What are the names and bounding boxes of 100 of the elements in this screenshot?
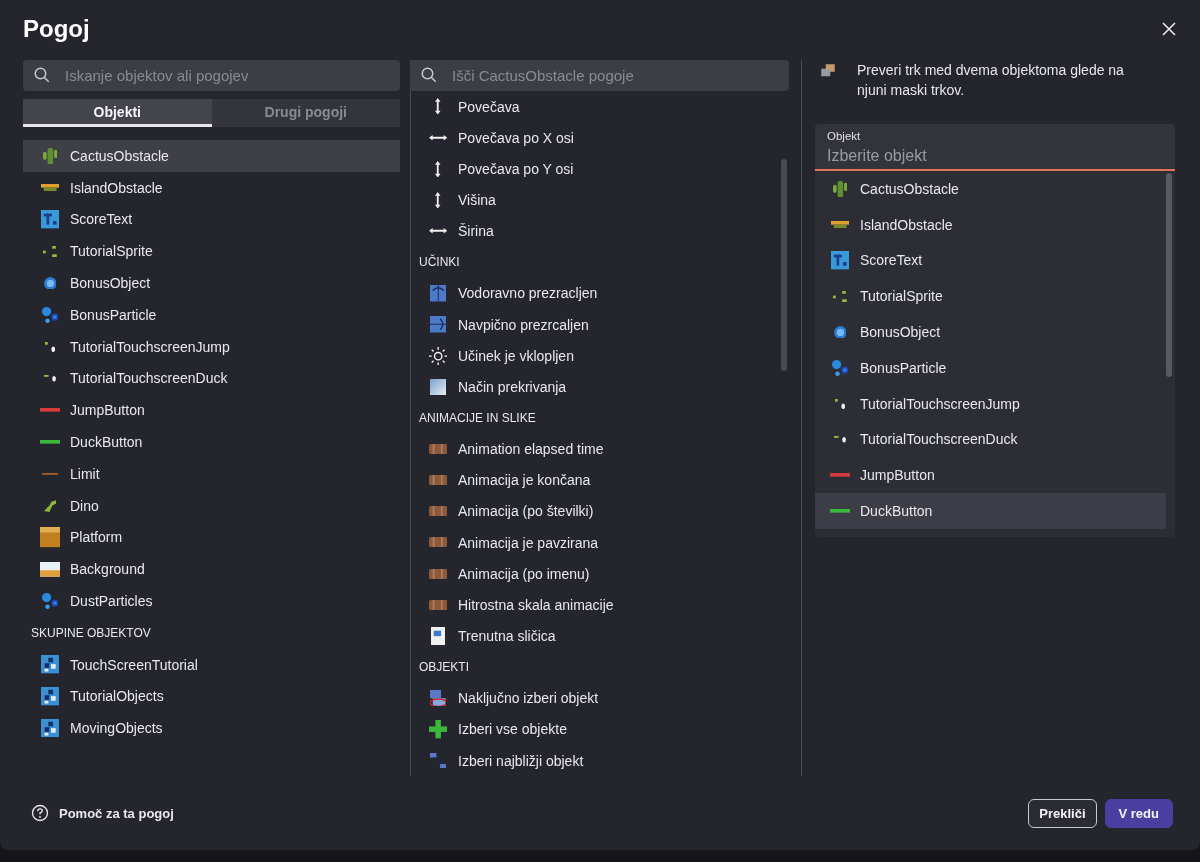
tab[interactable]: Drugi pogoji [211, 99, 400, 127]
sprite-icon [44, 341, 56, 352]
cancel-button[interactable]: Prekliči [1028, 798, 1097, 828]
list-item[interactable]: IslandObstacle [23, 171, 400, 204]
list-item[interactable]: DuckButton [815, 493, 1166, 529]
list-item[interactable]: IslandObstacle [815, 206, 1166, 243]
search-icon [420, 66, 438, 84]
list-item[interactable]: Navpično prezrcaljen [411, 309, 781, 341]
section-heading: UČINKI [418, 253, 461, 272]
list-item[interactable]: DuckButton [23, 426, 400, 458]
horizontal-arrow-icon [428, 134, 448, 141]
gradient-icon [429, 378, 447, 396]
list-item[interactable]: Animation elapsed time [411, 433, 781, 465]
sprite-icon [834, 436, 846, 443]
list-item[interactable]: Širina [411, 215, 781, 247]
film-icon [428, 537, 448, 548]
field-label: Objekt [827, 130, 861, 142]
list-item[interactable]: Povečava po X osi [411, 122, 781, 154]
list-item[interactable]: TutorialTouchscreenJump [815, 385, 1166, 422]
list-item[interactable]: Izberi najbližji objekt [411, 744, 781, 777]
horizontal-arrow-icon [428, 228, 448, 234]
list-item[interactable]: Limit [23, 457, 400, 490]
section-heading: OBJEKTI [418, 659, 470, 677]
orb-icon [43, 276, 57, 290]
list-item[interactable]: BonusObject [23, 267, 400, 299]
list-item[interactable]: Višina [411, 184, 781, 216]
vertical-arrow-icon [435, 98, 441, 115]
search-field[interactable]: Išči CactusObstacle pogoje [410, 60, 789, 91]
island-icon [830, 221, 850, 229]
list-item[interactable]: TutorialSprite [23, 235, 400, 268]
island-icon [40, 184, 60, 192]
particles-icon [41, 306, 59, 323]
scrollbar[interactable] [781, 159, 787, 371]
list-item[interactable]: TutorialObjects [23, 680, 400, 713]
list-item[interactable]: DustParticles [23, 585, 400, 617]
film-icon [428, 506, 448, 517]
list-item[interactable]: TutorialTouchscreenDuck [23, 362, 400, 395]
frame-icon [430, 626, 446, 646]
list-item[interactable]: TouchScreenTutorial [23, 648, 400, 681]
text-icon [40, 210, 60, 229]
list-item[interactable]: Naključno izberi objekt [411, 682, 781, 714]
help-icon [31, 804, 49, 822]
sprite-icon [43, 245, 57, 257]
list-item[interactable]: BonusParticle [815, 350, 1166, 386]
list-item[interactable]: CactusObstacle [23, 140, 400, 172]
group-icon [40, 687, 60, 706]
film-icon [428, 599, 448, 610]
list-item[interactable]: Povečava po Y osi [411, 153, 781, 185]
close-icon[interactable] [1160, 20, 1178, 38]
list-item[interactable]: JumpButton [815, 457, 1166, 494]
search-field[interactable]: Iskanje objektov ali pogojev [23, 60, 400, 91]
cactus-icon [832, 180, 848, 198]
bar-icon [829, 473, 851, 478]
list-item[interactable]: MovingObjects [23, 712, 400, 745]
landscape-icon [39, 561, 61, 577]
list-item[interactable]: Animacija (po imenu) [411, 558, 781, 590]
list-item[interactable]: TutorialTouchscreenDuck [815, 421, 1166, 458]
search-icon [33, 66, 51, 84]
nearest-icon [429, 752, 447, 769]
bar-icon [39, 440, 61, 444]
dialog-title: Pogoj [23, 15, 90, 43]
list-item[interactable]: Animacija je končana [411, 464, 781, 496]
description-text: Preveri trk med dvema objektoma glede na njuni maski trkov. [857, 61, 1125, 100]
list-item[interactable]: Vodoravno prezracljen [411, 277, 781, 309]
list-item[interactable]: CactusObstacle [815, 171, 1166, 207]
list-item[interactable]: Način prekrivanja [411, 371, 781, 403]
sprite-icon [44, 375, 56, 382]
list-item[interactable]: Učinek je vklopljen [411, 340, 781, 372]
list-item[interactable]: Animacija je pavzirana [411, 526, 781, 559]
list-item[interactable]: Hitrostna skala animacije [411, 589, 781, 621]
random-icon [429, 690, 447, 707]
list-item[interactable]: ScoreText [23, 203, 400, 236]
film-icon [428, 444, 448, 455]
bar-icon [829, 509, 851, 513]
list-item[interactable]: Izberi vse objekte [411, 713, 781, 745]
list-item[interactable]: Platform [23, 521, 400, 554]
list-item[interactable]: BonusParticle [23, 299, 400, 331]
scrollbar[interactable] [1166, 173, 1172, 377]
list-item[interactable]: Povečava [411, 91, 781, 123]
list-item[interactable]: Animacija (po številki) [411, 495, 781, 527]
flip-icon [429, 316, 447, 333]
list-item[interactable]: BonusObject [815, 314, 1166, 350]
list-item[interactable]: TutorialTouchscreenJump [23, 330, 400, 363]
list-item[interactable]: ScoreText [815, 242, 1166, 279]
list-item[interactable]: JumpButton [23, 394, 400, 427]
text-icon [830, 251, 850, 270]
list-item[interactable]: TutorialSprite [815, 278, 1166, 315]
list-item[interactable]: Trenutna sličica [411, 620, 781, 652]
vertical-arrow-icon [435, 191, 441, 209]
group-icon [40, 719, 60, 738]
list-item[interactable]: Dino [23, 489, 400, 522]
tab[interactable]: Objekti [23, 99, 212, 127]
list-item[interactable]: Background [23, 553, 400, 586]
ok-button[interactable]: V redu [1104, 798, 1173, 828]
sprite-icon [833, 290, 847, 302]
vertical-arrow-icon [435, 160, 441, 178]
plus-icon [428, 720, 448, 739]
bar-icon [39, 408, 61, 413]
help-link[interactable]: Pomoč za ta pogoj [31, 804, 174, 822]
section-heading: ANIMACIJE IN SLIKE [418, 409, 537, 427]
